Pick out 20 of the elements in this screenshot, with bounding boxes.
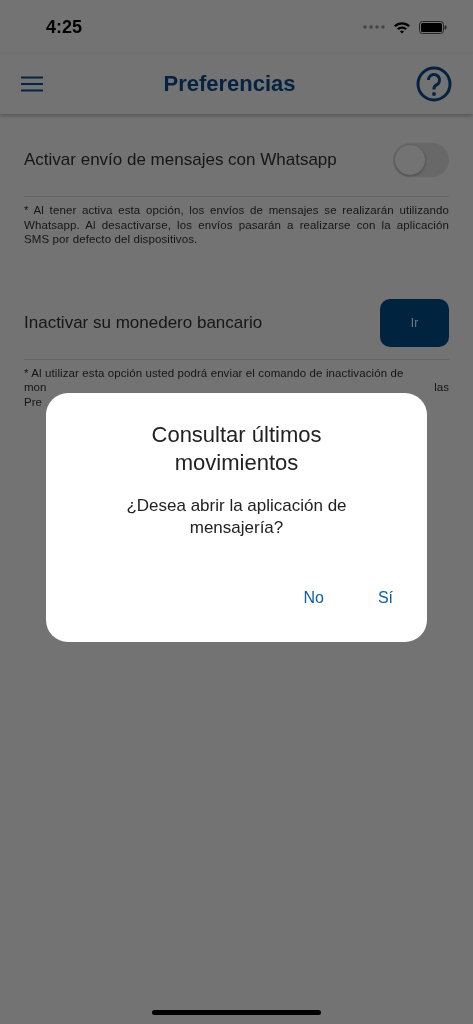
wifi-icon [393, 20, 411, 34]
go-button[interactable]: Ir [380, 298, 449, 347]
dialog-message: ¿Desea abrir la aplicación de mensajería? [125, 495, 348, 539]
setting-label: Inactivar su monedero bancario [24, 312, 263, 333]
note-text: mon [24, 380, 47, 395]
status-time: 4:25 [46, 16, 83, 38]
note-text: * Al utilizar esta opción usted podrá enviar el comando de inactivación de [24, 365, 405, 380]
battery-icon [419, 20, 447, 34]
setting-label: Activar envío de mensajes con Whatsapp [24, 150, 337, 170]
dialog-button[interactable]: No [293, 581, 334, 615]
note-text: * Al tener activa esta opción, los envíos de mensajes se realizarán utilizando Whatsapp. Al desactivarse, los envíos pasarán a realizarse con la aplicación SMS por defecto del dispositivos. [24, 203, 449, 247]
help-icon[interactable] [416, 66, 452, 102]
dialog-title: Consultar últimos movimientos [150, 421, 323, 477]
page-title: Preferencias [163, 71, 296, 97]
dialog-button[interactable]: Sí [367, 581, 403, 615]
signal-icon [363, 25, 385, 29]
menu-icon[interactable] [21, 76, 43, 92]
toggle-switch[interactable] [393, 143, 449, 177]
note-text: Pre [24, 394, 42, 409]
note-text: las [434, 380, 449, 395]
